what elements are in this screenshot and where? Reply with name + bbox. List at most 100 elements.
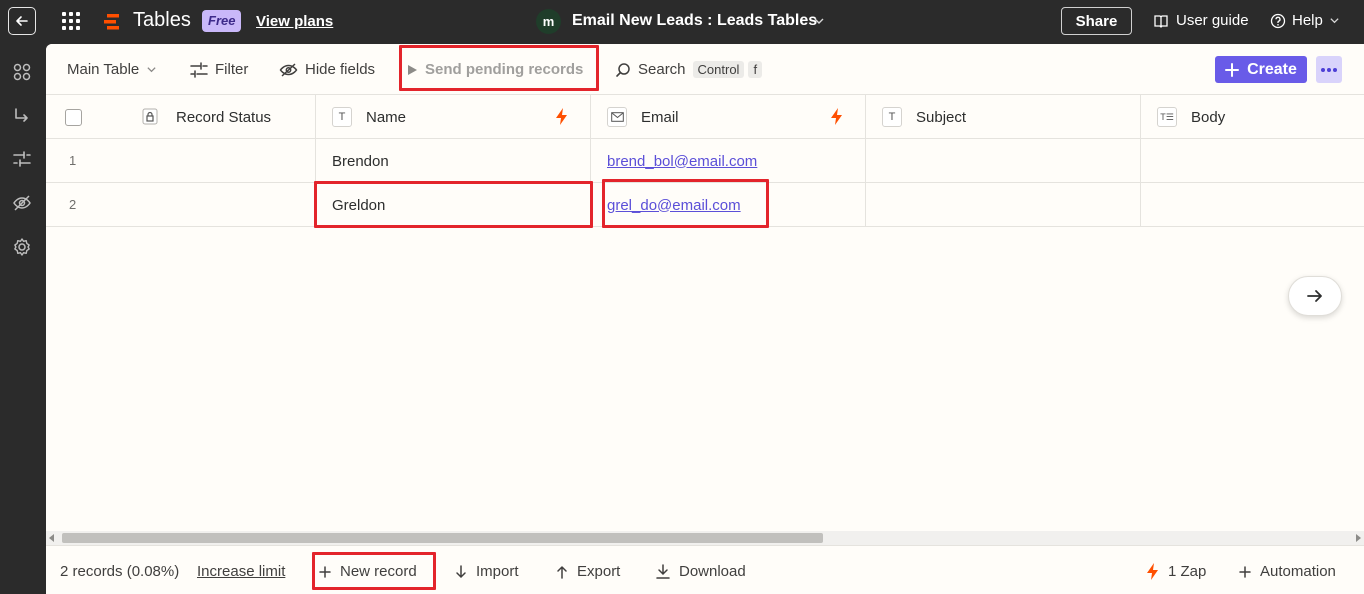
column-label: Subject xyxy=(916,108,967,126)
chevron-down-icon xyxy=(1330,18,1339,24)
download-button[interactable]: Download xyxy=(656,563,746,580)
table-row[interactable]: 1 Brendon brend_bol@email.com xyxy=(46,139,1364,183)
name-cell[interactable]: Brendon xyxy=(316,139,591,183)
automation-label: Automation xyxy=(1260,563,1336,580)
lock-icon xyxy=(142,108,158,125)
rail-fields-button[interactable] xyxy=(11,61,33,83)
plus-icon xyxy=(319,565,331,578)
top-bar: Tables Free View plans m Email New Leads… xyxy=(0,0,1364,44)
tables-logo-icon xyxy=(104,14,119,30)
shortcut-key-f: f xyxy=(748,61,763,78)
subject-cell[interactable] xyxy=(866,183,1141,227)
view-plans-link[interactable]: View plans xyxy=(256,13,333,30)
create-label: Create xyxy=(1247,60,1297,78)
apps-grid-icon[interactable] xyxy=(62,12,80,30)
zap-title[interactable]: Email New Leads : Leads Tables xyxy=(572,12,817,30)
rail-filter-button[interactable] xyxy=(11,148,33,170)
avatar[interactable]: m xyxy=(536,9,561,34)
body-cell[interactable] xyxy=(1141,183,1364,227)
chevron-down-icon xyxy=(147,67,156,73)
new-record-button[interactable]: New record xyxy=(319,563,417,580)
email-cell[interactable]: grel_do@email.com xyxy=(591,183,866,227)
scroll-right-button[interactable] xyxy=(1288,276,1342,316)
table-selector-label: Main Table xyxy=(67,61,140,78)
eye-off-icon xyxy=(279,62,298,77)
scroll-left-arrow-icon[interactable] xyxy=(49,534,54,542)
sliders-icon xyxy=(190,61,208,78)
name-value: Brendon xyxy=(332,152,389,170)
arrow-turn-right-icon xyxy=(15,108,28,122)
select-all-checkbox[interactable] xyxy=(65,109,82,126)
download-icon xyxy=(656,564,670,579)
column-header-email[interactable]: Email xyxy=(591,95,866,139)
email-link[interactable]: brend_bol@email.com xyxy=(607,153,757,170)
email-cell[interactable]: brend_bol@email.com xyxy=(591,139,866,183)
email-link[interactable]: grel_do@email.com xyxy=(607,197,741,214)
share-button[interactable]: Share xyxy=(1061,7,1132,35)
import-button[interactable]: Import xyxy=(455,563,519,580)
plus-icon xyxy=(1225,62,1240,77)
column-label: Record Status xyxy=(176,109,272,126)
record-count: 2 records (0.08%) xyxy=(60,563,180,580)
gear-icon xyxy=(14,238,30,256)
horizontal-scrollbar[interactable] xyxy=(46,531,1364,545)
table-row[interactable]: 2 Greldon grel_do@email.com xyxy=(46,183,1364,227)
column-header-body[interactable]: T☰ Body xyxy=(1141,95,1364,139)
column-header-name[interactable]: T Name xyxy=(316,95,591,139)
dot-icon xyxy=(1327,67,1331,72)
zap-bolt-icon xyxy=(1147,563,1158,580)
row-number: 2 xyxy=(69,197,77,212)
zap-count-label: 1 Zap xyxy=(1168,563,1207,580)
user-guide-label: User guide xyxy=(1176,12,1249,29)
help-menu[interactable]: Help xyxy=(1270,12,1340,29)
send-pending-records-button[interactable]: Send pending records xyxy=(407,61,583,78)
subject-cell[interactable] xyxy=(866,139,1141,183)
record-status-cell[interactable]: 2 xyxy=(46,183,316,227)
name-cell[interactable]: Greldon xyxy=(316,183,591,227)
name-value: Greldon xyxy=(332,196,386,214)
more-options-button[interactable] xyxy=(1316,56,1342,83)
column-label: Name xyxy=(366,108,407,126)
eye-off-icon xyxy=(13,195,31,211)
text-type-icon: T xyxy=(882,107,902,127)
table-toolbar: Main Table Filter Hide fields Send pendi… xyxy=(46,44,1364,95)
zap-bolt-icon xyxy=(831,108,842,125)
arrow-right-icon xyxy=(1307,290,1322,302)
zap-count-button[interactable]: 1 Zap xyxy=(1146,563,1206,580)
rail-hidden-button[interactable] xyxy=(11,192,33,214)
app-name: Tables xyxy=(133,9,191,31)
search-button[interactable]: Search Control f xyxy=(615,61,763,78)
user-guide-button[interactable]: User guide xyxy=(1153,12,1249,29)
create-button[interactable]: Create xyxy=(1215,56,1307,83)
filter-button[interactable]: Filter xyxy=(190,61,248,78)
text-type-icon: T xyxy=(332,107,352,127)
plus-icon xyxy=(1239,565,1251,578)
dot-icon xyxy=(1321,67,1325,72)
filter-label: Filter xyxy=(215,61,249,78)
scroll-right-arrow-icon[interactable] xyxy=(1356,534,1361,542)
book-icon xyxy=(1154,14,1168,28)
record-status-cell[interactable]: 1 xyxy=(46,139,316,183)
left-rail xyxy=(0,44,46,594)
chevron-down-icon[interactable] xyxy=(813,15,825,27)
column-header-subject[interactable]: T Subject xyxy=(866,95,1141,139)
column-label: Email xyxy=(641,108,679,126)
increase-limit-link[interactable]: Increase limit xyxy=(197,563,285,580)
column-header-record-status[interactable]: Record Status xyxy=(46,95,316,139)
main-panel: Main Table Filter Hide fields Send pendi… xyxy=(46,44,1364,594)
body-cell[interactable] xyxy=(1141,139,1364,183)
table-header-row: Record Status T Name Email T Subject T☰ … xyxy=(46,95,1364,139)
back-button[interactable] xyxy=(8,7,36,35)
automation-button[interactable]: Automation xyxy=(1239,563,1336,580)
rail-settings-button[interactable] xyxy=(11,236,33,258)
row-number: 1 xyxy=(69,153,77,168)
rail-zap-button[interactable] xyxy=(11,105,33,127)
export-button[interactable]: Export xyxy=(556,563,620,580)
scrollbar-thumb[interactable] xyxy=(62,533,823,543)
export-label: Export xyxy=(577,563,621,580)
arrow-down-icon xyxy=(456,564,466,578)
zap-bolt-icon xyxy=(556,108,567,125)
help-label: Help xyxy=(1292,12,1323,29)
table-selector[interactable]: Main Table xyxy=(67,61,157,78)
hide-fields-button[interactable]: Hide fields xyxy=(279,61,375,78)
